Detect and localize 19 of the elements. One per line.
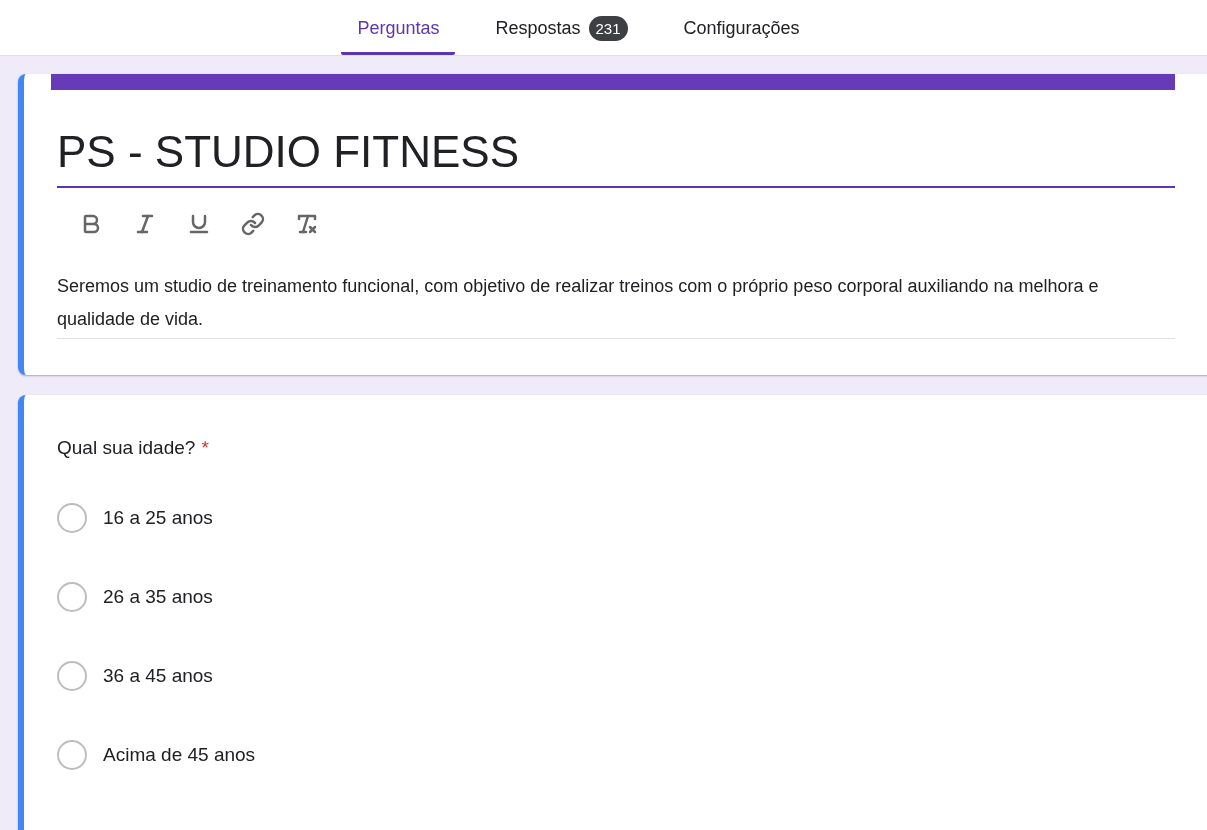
question-text: Qual sua idade? bbox=[57, 437, 196, 459]
form-title[interactable]: PS - STUDIO FITNESS bbox=[57, 90, 1175, 188]
tab[interactable]: Respostas bbox=[495, 17, 581, 39]
option-label: 16 a 25 anos bbox=[103, 507, 213, 529]
option-label: 36 a 45 anos bbox=[103, 665, 213, 687]
radio-button[interactable] bbox=[57, 661, 87, 691]
form-description[interactable]: Seremos um studio de treinamento funcional, com objetivo de realizar treinos com o próprio peso corporal auxiliando na melhora e qualidade de vida. bbox=[57, 270, 1175, 339]
radio-button[interactable] bbox=[57, 503, 87, 533]
option-label: Acima de 45 anos bbox=[103, 744, 256, 766]
option-label: 26 a 35 anos bbox=[103, 586, 213, 608]
clear-formatting-icon[interactable] bbox=[295, 212, 319, 236]
required-mark: * bbox=[201, 437, 209, 459]
tab[interactable]: Perguntas bbox=[357, 17, 440, 39]
radio-button[interactable] bbox=[57, 582, 87, 612]
tab[interactable]: Configurações bbox=[683, 17, 800, 39]
underline-icon[interactable] bbox=[187, 212, 211, 236]
count-badge: 231 bbox=[588, 15, 628, 41]
link-icon[interactable] bbox=[241, 212, 265, 236]
radio-button[interactable] bbox=[57, 740, 87, 770]
